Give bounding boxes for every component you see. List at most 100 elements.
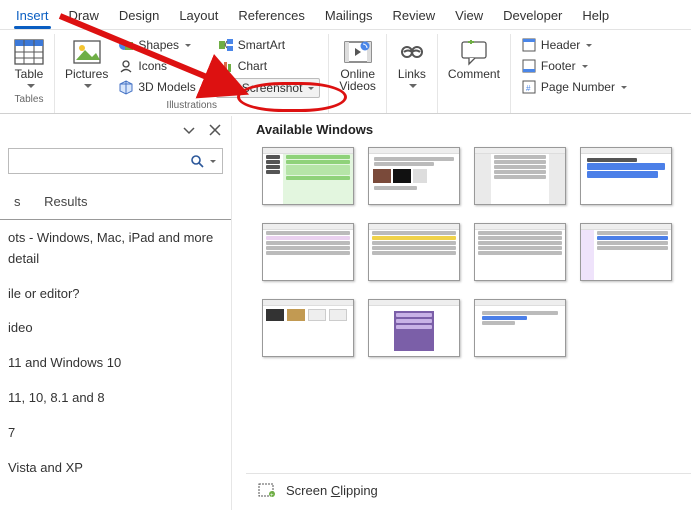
svg-text:+: + (270, 493, 274, 498)
result-line[interactable]: Vista and XP (8, 458, 223, 479)
link-icon (397, 38, 427, 66)
chevron-down-icon[interactable] (181, 122, 197, 138)
page-number-label: Page Number (541, 80, 615, 94)
clipping-label-post: lipping (340, 483, 378, 498)
clipping-label-underline: C (331, 483, 340, 498)
window-thumb[interactable] (580, 223, 672, 281)
smartart-label: SmartArt (238, 38, 285, 52)
pictures-button[interactable]: Pictures (63, 36, 110, 92)
window-thumb[interactable] (474, 299, 566, 357)
screenshot-button[interactable]: Screenshot (216, 78, 321, 98)
navigation-pane: s Results ots - Windows, Mac, iPad and m… (0, 116, 232, 510)
links-button[interactable]: Links (395, 36, 429, 92)
pictures-icon (72, 38, 102, 66)
clipping-icon: + (258, 482, 276, 498)
table-icon (14, 38, 44, 66)
svg-text:#: # (526, 84, 531, 93)
footer-icon (521, 58, 537, 74)
tab-review[interactable]: Review (383, 4, 446, 29)
result-line[interactable]: detail (8, 251, 39, 266)
page-number-button[interactable]: # Page Number (519, 78, 629, 96)
tab-view[interactable]: View (445, 4, 493, 29)
window-thumb[interactable] (262, 299, 354, 357)
window-thumbnails (246, 145, 691, 367)
window-thumb[interactable] (474, 223, 566, 281)
window-thumb[interactable] (262, 223, 354, 281)
smartart-button[interactable]: SmartArt (216, 36, 321, 54)
result-line[interactable]: 11, 10, 8.1 and 8 (8, 388, 223, 409)
search-dropdown-icon[interactable] (208, 154, 216, 168)
tab-insert[interactable]: Insert (6, 4, 59, 29)
3d-models-label: 3D Models (138, 80, 195, 94)
group-links: Links (387, 34, 438, 113)
chart-icon (218, 58, 234, 74)
icons-button[interactable]: Icons (116, 57, 209, 75)
table-button[interactable]: Table (12, 36, 46, 92)
window-thumb[interactable] (262, 147, 354, 205)
comment-label: Comment (448, 68, 500, 80)
shapes-button[interactable]: Shapes (116, 36, 209, 54)
shapes-icon (118, 37, 134, 53)
camera-icon (222, 81, 238, 95)
chart-button[interactable]: Chart (216, 57, 321, 75)
3d-models-button[interactable]: 3D Models (116, 78, 209, 96)
cube-icon (118, 79, 134, 95)
tab-draw[interactable]: Draw (59, 4, 109, 29)
online-videos-button[interactable]: Online Videos (337, 36, 377, 94)
screen-clipping-item[interactable]: + Screen Clipping (246, 473, 691, 506)
result-line[interactable]: 11 and Windows 10 (8, 353, 223, 374)
side-tabs: s Results (0, 184, 231, 220)
tab-mailings[interactable]: Mailings (315, 4, 383, 29)
side-tab-1[interactable]: s (4, 188, 31, 215)
page-number-icon: # (521, 79, 537, 95)
clipping-label-pre: Screen (286, 483, 331, 498)
window-thumb[interactable] (368, 299, 460, 357)
window-thumb[interactable] (580, 147, 672, 205)
search-input[interactable] (8, 148, 223, 174)
window-thumb[interactable] (368, 147, 460, 205)
shapes-label: Shapes (138, 38, 179, 52)
header-icon (521, 37, 537, 53)
tab-references[interactable]: References (228, 4, 314, 29)
video-icon (343, 38, 373, 66)
header-button[interactable]: Header (519, 36, 629, 54)
group-header-footer: Header Footer # Page Number (511, 34, 637, 113)
links-label: Links (398, 68, 426, 80)
group-media: Online Videos (329, 34, 386, 113)
ribbon-tabs: Insert Draw Design Layout References Mai… (0, 0, 691, 29)
window-thumb[interactable] (368, 223, 460, 281)
result-line[interactable]: 7 (8, 423, 223, 444)
footer-button[interactable]: Footer (519, 57, 629, 75)
pictures-label: Pictures (65, 68, 108, 80)
window-thumb[interactable] (474, 147, 566, 205)
footer-label: Footer (541, 59, 576, 73)
search-icon (190, 154, 204, 168)
tab-help[interactable]: Help (572, 4, 619, 29)
chart-label: Chart (238, 59, 267, 73)
screenshot-label: Screenshot (242, 81, 303, 95)
dropdown-title: Available Windows (246, 116, 691, 145)
close-icon[interactable] (207, 122, 223, 138)
ribbon: Table Tables Pictures Shapes Icons (0, 29, 691, 114)
side-results: ots - Windows, Mac, iPad and moredetail … (0, 226, 231, 494)
tab-layout[interactable]: Layout (169, 4, 228, 29)
group-illustrations: Pictures Shapes Icons 3D Models (55, 34, 329, 113)
icons-label: Icons (138, 59, 167, 73)
tab-developer[interactable]: Developer (493, 4, 572, 29)
group-tables-label: Tables (15, 94, 44, 105)
icons-icon (118, 58, 134, 74)
result-line[interactable]: ideo (8, 318, 223, 339)
header-label: Header (541, 38, 580, 52)
smartart-icon (218, 37, 234, 53)
result-line[interactable]: ots - Windows, Mac, iPad and more (8, 230, 213, 245)
group-tables: Table Tables (4, 34, 55, 113)
result-line[interactable]: ile or editor? (8, 284, 223, 305)
screenshot-dropdown: Available Windows + Screen Clipping (246, 116, 691, 510)
group-comments: Comment (438, 34, 511, 113)
tab-design[interactable]: Design (109, 4, 169, 29)
online-videos-label: Online Videos (339, 68, 375, 92)
comment-button[interactable]: Comment (446, 36, 502, 82)
group-illustrations-label: Illustrations (166, 100, 217, 111)
table-label: Table (15, 68, 44, 80)
side-tab-results[interactable]: Results (34, 188, 97, 215)
